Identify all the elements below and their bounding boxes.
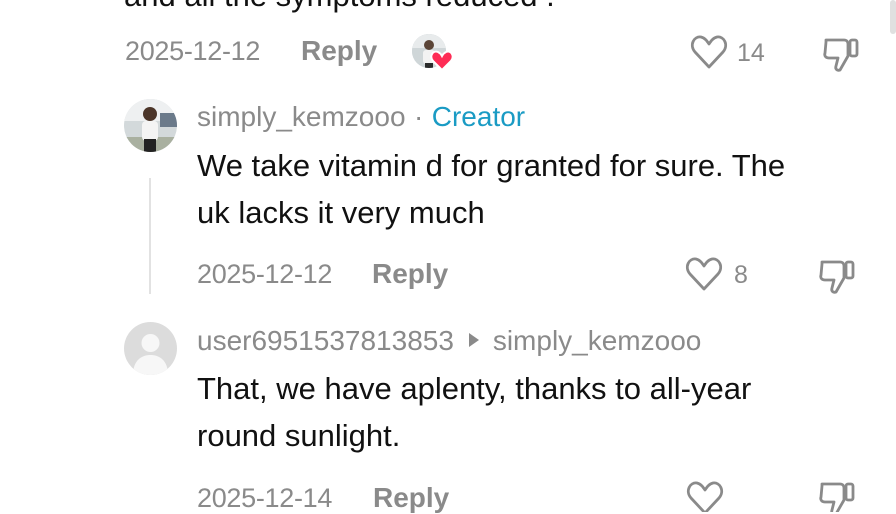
reply1-creator-badge: Creator <box>431 101 526 132</box>
reply1-dislike-button[interactable] <box>818 256 856 296</box>
reply1-avatar[interactable] <box>124 99 177 152</box>
reply1-header: simply_kemzooo · Creator <box>197 101 525 133</box>
reply2-text-line1: That, we have aplenty, thanks to all-yea… <box>197 371 752 406</box>
top-comment-reply-button[interactable]: Reply <box>301 35 377 67</box>
heart-outline-icon <box>686 257 722 291</box>
top-comment-like-button[interactable] <box>690 34 728 70</box>
thumbs-down-icon <box>819 260 855 294</box>
creator-liked-badge <box>412 34 456 72</box>
play-arrow-icon <box>468 332 480 353</box>
reply1-like-button[interactable] <box>685 256 723 292</box>
reply1-text-line1: We take vitamin d for granted for sure. … <box>197 148 786 183</box>
reply2-dislike-button[interactable] <box>818 478 856 512</box>
reply2-reply-to-username[interactable]: simply_kemzooo <box>493 325 702 356</box>
reply1-like-count: 8 <box>734 261 748 289</box>
reply2-username[interactable]: user6951537813853 <box>197 325 454 356</box>
reply2-reply-button[interactable]: Reply <box>373 482 449 514</box>
heart-outline-icon <box>691 35 727 69</box>
reply1-username[interactable]: simply_kemzooo <box>197 101 406 132</box>
reply2-text-line2: round sunlight. <box>197 418 401 453</box>
scrollbar[interactable] <box>890 0 896 34</box>
thumbs-down-icon <box>819 482 855 512</box>
reply2-date: 2025-12-14 <box>197 483 333 513</box>
top-comment-like-count: 14 <box>737 39 765 67</box>
reply1-date: 2025-12-12 <box>197 259 333 289</box>
top-comment-text: and all the symptoms reduced . <box>124 0 555 19</box>
thumbs-down-icon <box>823 38 859 72</box>
reply1-text-line2: uk lacks it very much <box>197 195 485 230</box>
reply2-avatar[interactable] <box>124 322 177 375</box>
heart-outline-icon <box>687 481 723 512</box>
reply2-like-button[interactable] <box>686 480 724 512</box>
reply2-header: user6951537813853 simply_kemzooo <box>197 325 701 357</box>
reply1-separator: · <box>413 101 424 132</box>
top-comment-date: 2025-12-12 <box>125 36 261 66</box>
creator-heart-badge-icon <box>430 50 454 72</box>
reply1-reply-button[interactable]: Reply <box>372 258 448 290</box>
thread-line <box>149 178 151 294</box>
top-comment-dislike-button[interactable] <box>822 34 860 74</box>
